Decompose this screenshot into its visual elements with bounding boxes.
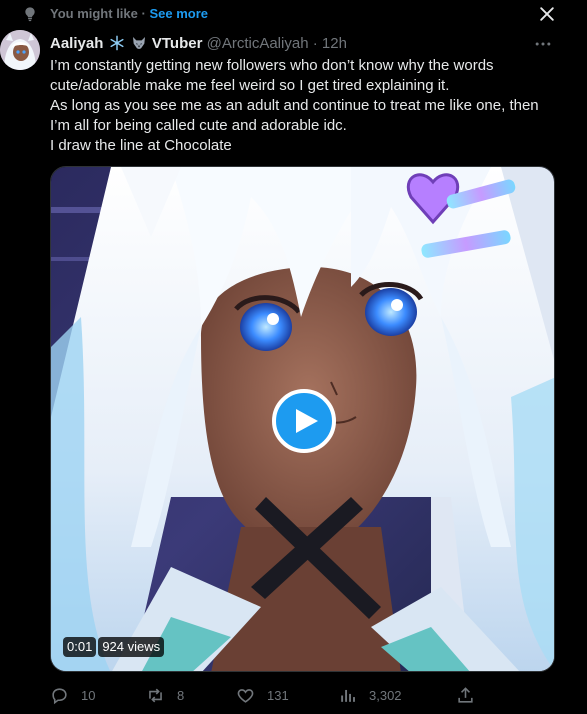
share-icon — [458, 686, 473, 703]
view-count: 3,302 — [369, 687, 402, 703]
recommendation-context-bar: You might like · See more — [0, 0, 587, 28]
tweet-text-line: As long as you see me as an adult and co… — [50, 97, 539, 114]
display-name[interactable]: Aaliyah — [50, 35, 103, 52]
avatar-image — [0, 30, 40, 70]
display-name-suffix[interactable]: VTuber — [152, 35, 203, 52]
retweet-button[interactable]: 8 — [146, 684, 184, 706]
wolf-icon — [132, 37, 145, 49]
avatar[interactable] — [0, 30, 40, 70]
snowflake-icon — [109, 35, 124, 51]
video-meta: 0:01 924 views — [63, 637, 165, 657]
retweet-icon — [149, 688, 162, 702]
retweet-count: 8 — [177, 687, 185, 703]
lightbulb-icon — [25, 7, 35, 22]
tweet-text-line: I draw the line at Chocolate — [50, 137, 232, 154]
analytics-icon — [341, 689, 355, 702]
tweet-text-line: I’m constantly getting new followers who… — [50, 57, 494, 74]
views-button[interactable]: 3,302 — [338, 684, 402, 706]
more-icon[interactable] — [533, 34, 553, 54]
play-icon — [296, 409, 318, 433]
tweet-text-line: I’m all for being called cute and adorab… — [50, 117, 347, 134]
video-player[interactable]: 0:01 924 views — [50, 166, 555, 672]
context-label: You might like — [50, 6, 138, 21]
context-separator: · — [141, 6, 146, 21]
play-button[interactable] — [272, 389, 336, 453]
like-count: 131 — [267, 687, 289, 703]
reply-count: 10 — [81, 687, 96, 703]
header-separator: · — [312, 35, 318, 52]
tweet-header: Aaliyah VTuber @ArcticAaliyah · 12h — [50, 34, 347, 54]
video-views: 924 views — [98, 637, 165, 657]
reply-button[interactable]: 10 — [50, 684, 95, 706]
video-timestamp: 0:01 — [63, 637, 97, 657]
close-icon[interactable] — [537, 4, 557, 24]
user-handle[interactable]: @ArcticAaliyah — [207, 35, 309, 52]
share-button[interactable] — [456, 684, 475, 706]
tweet-timestamp[interactable]: 12h — [322, 35, 347, 52]
like-button[interactable]: 131 — [236, 684, 289, 706]
reply-icon — [52, 687, 67, 704]
heart-icon — [237, 688, 254, 703]
tweet-actions: 10 8 131 3,302 — [50, 684, 480, 706]
see-more-link[interactable]: See more — [149, 6, 208, 21]
tweet-text: I’m constantly getting new followers who… — [50, 56, 560, 156]
tweet-text-line: cute/adorable make me feel weird so I ge… — [50, 77, 450, 94]
